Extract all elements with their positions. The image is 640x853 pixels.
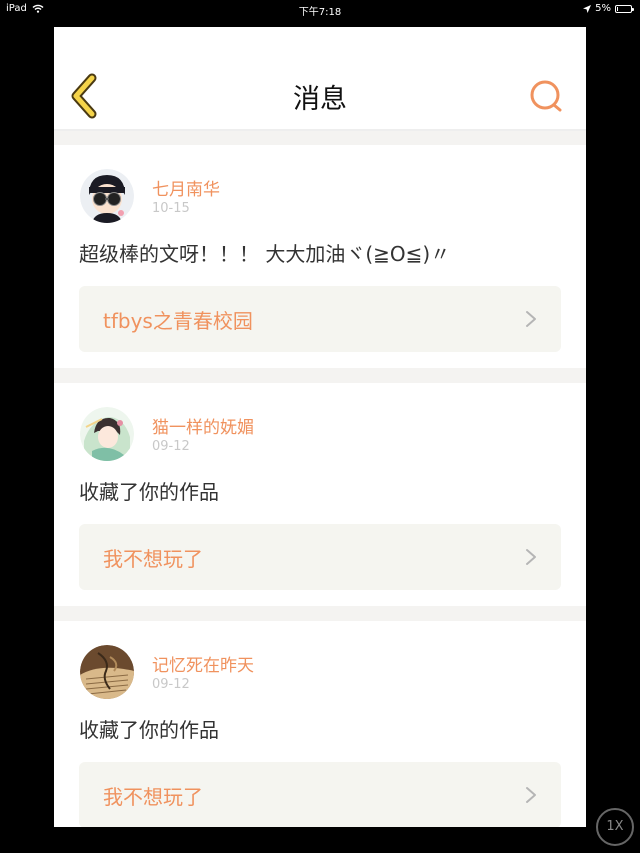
chevron-right-icon: [526, 787, 536, 803]
avatar[interactable]: [80, 645, 134, 699]
work-title: 我不想玩了: [103, 547, 203, 571]
status-time: 下午7:18: [298, 7, 342, 18]
chevron-right-icon: [526, 311, 536, 327]
message-card: 七月南华 10-15 超级棒的文呀！！！ 大大加油ヾ(≧O≦)〃 tfbys之青…: [54, 145, 586, 368]
message-date: 09-12: [152, 677, 190, 692]
book-photo-avatar-icon: [80, 645, 134, 699]
status-bar: iPad 下午7:18 5%: [0, 0, 640, 18]
user-name[interactable]: 猫一样的妩媚: [152, 413, 254, 438]
work-link[interactable]: 我不想玩了: [79, 762, 561, 827]
illustrated-girl-avatar-icon: [80, 407, 134, 461]
message-text: 收藏了你的作品: [79, 480, 219, 504]
work-title: 我不想玩了: [103, 785, 203, 809]
location-arrow-icon: [583, 4, 592, 13]
chevron-right-icon: [526, 549, 536, 565]
message-card: 记忆死在昨天 09-12 收藏了你的作品 我不想玩了: [54, 621, 586, 827]
nav-bar: 消息: [54, 27, 586, 131]
status-right: 5%: [583, 3, 634, 14]
user-name[interactable]: 七月南华: [152, 175, 220, 200]
message-date: 10-15: [152, 201, 190, 216]
zoom-1x-button[interactable]: 1X: [596, 808, 634, 846]
messages-screen: 消息 七月南华 10-15 超级棒的文呀！！！ 大大加油ヾ(≧O≦)〃 tfby…: [54, 27, 586, 827]
cartoon-avatar-icon: [80, 169, 134, 223]
message-text: 收藏了你的作品: [79, 718, 219, 742]
avatar[interactable]: [80, 169, 134, 223]
user-name[interactable]: 记忆死在昨天: [152, 651, 254, 676]
battery-percent: 5%: [595, 3, 611, 14]
work-link[interactable]: 我不想玩了: [79, 524, 561, 590]
search-icon: [530, 80, 562, 112]
message-card: 猫一样的妩媚 09-12 收藏了你的作品 我不想玩了: [54, 383, 586, 606]
work-title: tfbys之青春校园: [103, 309, 253, 333]
battery-icon: [615, 4, 634, 13]
work-link[interactable]: tfbys之青春校园: [79, 286, 561, 352]
page-title: 消息: [293, 84, 347, 115]
message-date: 09-12: [152, 439, 190, 454]
message-list: 七月南华 10-15 超级棒的文呀！！！ 大大加油ヾ(≧O≦)〃 tfbys之青…: [54, 145, 586, 827]
message-text: 超级棒的文呀！！！ 大大加油ヾ(≧O≦)〃: [79, 242, 451, 266]
avatar[interactable]: [80, 407, 134, 461]
search-button[interactable]: [528, 79, 564, 113]
